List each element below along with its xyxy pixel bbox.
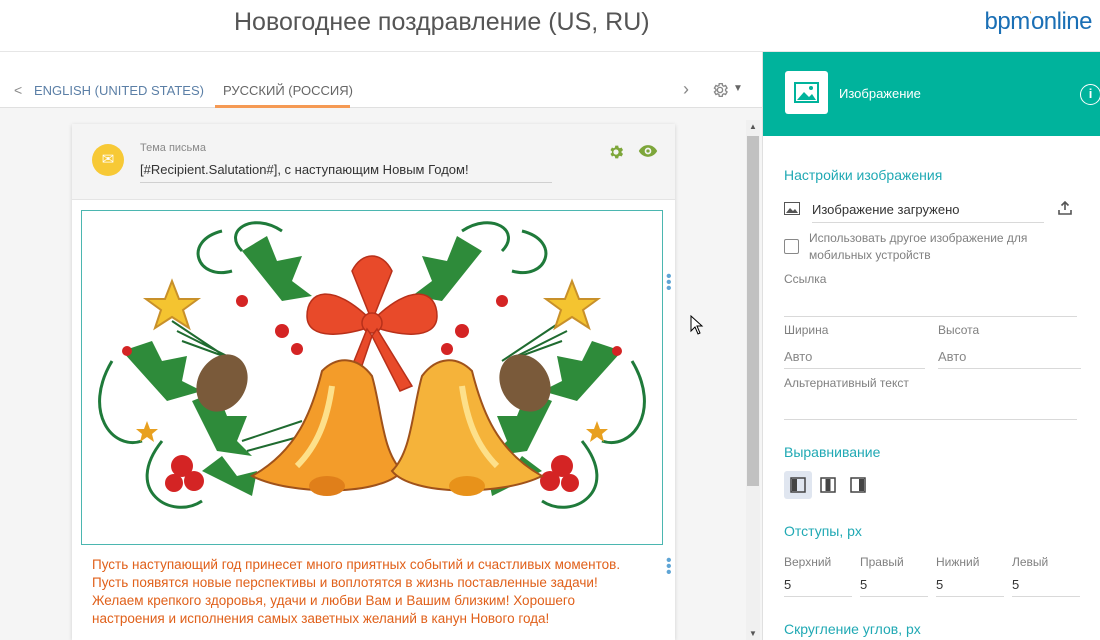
scroll-thumb[interactable] <box>747 136 759 486</box>
gear-icon[interactable] <box>711 81 729 99</box>
language-tabs-bar: < ENGLISH (UNITED STATES) РУССКИЙ (РОССИ… <box>0 52 762 108</box>
image-icon <box>784 202 800 215</box>
panel-header: Изображение i <box>763 52 1100 136</box>
alt-text-input[interactable] <box>784 419 1077 420</box>
editor-area: < ENGLISH (UNITED STATES) РУССКИЙ (РОССИ… <box>0 52 762 640</box>
preview-eye-icon[interactable] <box>638 143 658 164</box>
subject-input[interactable]: [#Recipient.Salutation#], с наступающим … <box>140 162 552 183</box>
padding-bottom-label: Нижний <box>936 555 980 569</box>
top-bar: Новогоднее поздравление (US, RU) bpm'onl… <box>0 0 1100 52</box>
padding-right-underline <box>860 596 928 597</box>
align-right-button[interactable] <box>844 471 872 499</box>
greeting-line: настроения и исполнения самых заветных ж… <box>92 611 550 626</box>
padding-left-underline <box>1012 596 1080 597</box>
padding-left-label: Левый <box>1012 555 1049 569</box>
upload-icon[interactable] <box>1058 201 1072 215</box>
christmas-bells-image[interactable] <box>81 210 663 545</box>
christmas-bells-illustration <box>98 221 646 509</box>
tab-russian[interactable]: РУССКИЙ (РОССИЯ) <box>223 83 353 98</box>
align-center-button[interactable] <box>814 471 842 499</box>
mobile-image-label: Использовать другое изображение для моби… <box>809 231 1028 262</box>
link-label: Ссылка <box>784 272 827 286</box>
scroll-up-icon[interactable]: ▲ <box>749 122 757 131</box>
height-underline <box>938 368 1081 369</box>
corner-rounding-title: Скругление углов, px <box>784 621 921 637</box>
image-settings-title: Настройки изображения <box>784 167 943 183</box>
greeting-line: Желаем крепкого здоровья, удачи и любви … <box>92 593 576 608</box>
width-underline <box>784 368 925 369</box>
text-block-menu-icon[interactable]: • • • <box>666 553 672 581</box>
settings-caret-icon[interactable]: ▼ <box>733 83 743 94</box>
mouse-cursor-icon <box>690 315 704 335</box>
align-left-button[interactable] <box>784 471 812 499</box>
back-arrow-icon[interactable]: < <box>14 82 22 98</box>
editor-scrollbar[interactable]: ▲ ▼ <box>746 120 760 640</box>
image-block-icon <box>785 71 828 114</box>
image-properties-panel: Изображение i Настройки изображения Изоб… <box>762 52 1100 640</box>
padding-top-underline <box>784 596 852 597</box>
image-status: Изображение загружено <box>812 202 960 217</box>
padding-bottom-input[interactable]: 5 <box>936 577 943 592</box>
info-icon[interactable]: i <box>1080 84 1100 105</box>
padding-bottom-underline <box>936 596 1004 597</box>
active-tab-indicator <box>215 105 350 108</box>
padding-left-input[interactable]: 5 <box>1012 577 1019 592</box>
padding-right-input[interactable]: 5 <box>860 577 867 592</box>
page-title: Новогоднее поздравление (US, RU) <box>234 8 650 36</box>
mobile-image-checkbox[interactable] <box>784 239 799 254</box>
greeting-line: Пусть появятся новые перспективы и вопло… <box>92 575 598 590</box>
image-block-menu-icon[interactable]: • • • <box>666 269 672 297</box>
width-input[interactable]: Авто <box>784 349 812 364</box>
greeting-text-block[interactable]: Пусть наступающий год принесет много при… <box>92 556 662 628</box>
padding-top-input[interactable]: 5 <box>784 577 791 592</box>
link-input[interactable] <box>784 316 1077 317</box>
padding-top-label: Верхний <box>784 555 832 569</box>
tab-english[interactable]: ENGLISH (UNITED STATES) <box>34 83 204 98</box>
subject-settings-gear-icon[interactable] <box>607 143 625 166</box>
padding-right-label: Правый <box>860 555 904 569</box>
alignment-title: Выравнивание <box>784 444 881 460</box>
subject-label: Тема письма <box>140 142 206 154</box>
panel-title: Изображение <box>839 86 921 101</box>
greeting-line: Пусть наступающий год принесет много при… <box>92 557 621 572</box>
width-label: Ширина <box>784 323 829 337</box>
envelope-icon: ✉ <box>92 144 124 176</box>
next-tab-arrow-icon[interactable]: › <box>683 79 689 100</box>
alt-text-label: Альтернативный текст <box>784 376 909 390</box>
height-label: Высота <box>938 323 980 337</box>
height-input[interactable]: Авто <box>938 349 966 364</box>
divider <box>812 222 1044 223</box>
bpmonline-logo: bpm'online <box>984 8 1093 35</box>
padding-title: Отступы, px <box>784 523 862 539</box>
email-subject-header: ✉ Тема письма [#Recipient.Salutation#], … <box>72 124 675 200</box>
scroll-down-icon[interactable]: ▼ <box>749 629 757 638</box>
email-card: ✉ Тема письма [#Recipient.Salutation#], … <box>72 124 675 640</box>
